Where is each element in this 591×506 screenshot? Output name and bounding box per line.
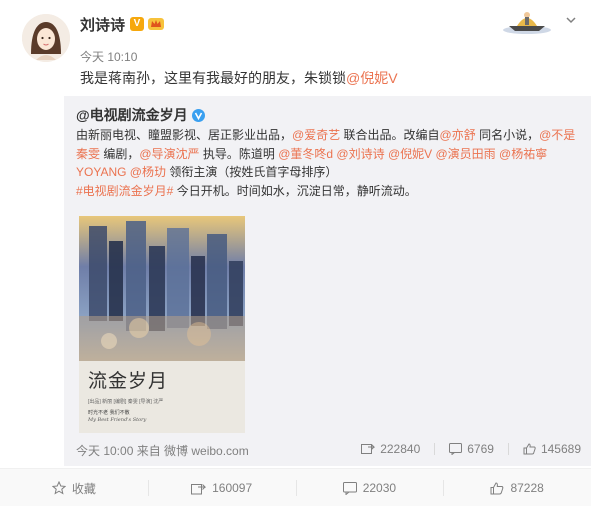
repost-line-4: #电视剧流金岁月# 今日开机。时间如水，沉淀日常，静听流动。 [76, 182, 581, 201]
repost-forward-count[interactable]: 222840 [361, 442, 420, 456]
mention-link[interactable]: @演员田雨 [432, 147, 495, 161]
text-segment: 执导。陈道明 [199, 146, 279, 161]
poster-image[interactable]: 流金岁月 [出品] 新丽 [编剧] 秦雯 [导演] 沈严 时光不老 我们不散 M… [79, 216, 245, 433]
repost-comment-count[interactable]: 6769 [449, 442, 494, 456]
post-text-body: 我是蒋南孙，这里有我最好的朋友，朱锁锁 [80, 70, 346, 86]
post-time[interactable]: 今天 10:10 [80, 48, 137, 65]
mention-link[interactable]: @亦舒 [440, 128, 476, 142]
thumbs-up-icon [490, 481, 504, 494]
text-segment: 同名小说， [475, 128, 540, 142]
text-segment: 联合出品。改编自 [340, 128, 440, 142]
forward-count-text: 222840 [380, 442, 421, 456]
author-name[interactable]: 刘诗诗 [80, 14, 125, 35]
verified-v-badge[interactable]: V [130, 17, 145, 31]
favorite-button[interactable]: 收藏 [0, 469, 148, 506]
forward-icon [191, 483, 207, 494]
text-segment: 领衔主演（按姓氏首字母排序） [166, 165, 338, 179]
like-count: 87228 [510, 481, 544, 495]
repost-stats: 222840 6769 145689 [347, 442, 581, 456]
mention-link[interactable]: YOYANG [76, 165, 126, 179]
repost-line-2: 秦雯 编剧，@导演沈严 执导。陈道明 @董冬咚d @刘诗诗 @倪妮V @演员田雨… [76, 145, 581, 164]
repost-line-3: YOYANG @杨玏 领衔主演（按姓氏首字母排序） [76, 163, 581, 182]
hashtag-link[interactable]: #电视剧流金岁月# [76, 184, 173, 198]
repost-time-source[interactable]: 今天 10:00 来自 微博 weibo.com [76, 442, 249, 459]
thumbs-up-icon [523, 443, 536, 455]
repost-line-1: 由新丽电视、瞳盟影视、居正影业出品，@爱奇艺 联合出品。改编自@亦舒 同名小说，… [76, 126, 581, 145]
text-segment: 由新丽电视、瞳盟影视、居正影业出品， [76, 128, 293, 142]
avatar[interactable] [22, 14, 70, 62]
mention-link[interactable]: @倪妮V [346, 70, 398, 86]
star-icon [51, 481, 66, 495]
repost-author-row: @电视剧流金岁月 [76, 105, 205, 125]
weibo-post-card: 刘诗诗 V 今天 10:10 我是蒋南孙，这里有我最好的朋友，朱锁锁@倪妮V @… [0, 0, 591, 506]
mention-link[interactable]: @爱奇艺 [292, 128, 340, 142]
author-row: 刘诗诗 V [80, 14, 168, 34]
forward-count: 160097 [212, 481, 253, 495]
repost-like-count[interactable]: 145689 [523, 442, 581, 456]
poster-credit: [出品] 新丽 [编剧] 秦雯 [导演] 沈严 [88, 399, 164, 405]
forward-button[interactable]: 160097 [147, 469, 296, 506]
mention-link[interactable]: @杨玏 [126, 165, 166, 179]
favorite-label: 收藏 [71, 481, 96, 496]
card-decoration-boat-icon [503, 12, 551, 34]
poster-tagline: 时光不老 我们不散 [88, 410, 130, 416]
chevron-down-icon[interactable] [565, 14, 577, 26]
comment-icon [449, 443, 463, 455]
repost-box: @电视剧流金岁月 由新丽电视、瞳盟影视、居正影业出品，@爱奇艺 联合出品。改编自… [64, 96, 591, 466]
poster-title: 流金岁月 [88, 370, 169, 392]
comment-count: 22030 [362, 481, 397, 495]
stat-divider [507, 443, 509, 455]
repost-footer: 今天 10:00 来自 微博 weibo.com 222840 6769 145… [76, 442, 581, 460]
poster-tagline-en: My Best Friend's Story [88, 417, 147, 423]
mention-link[interactable]: @不是 [539, 128, 575, 142]
mention-link[interactable]: 秦雯 [76, 147, 100, 161]
mention-link[interactable]: @刘诗诗 [333, 147, 384, 161]
text-segment: 今日开机。时间如水，沉淀日常，静听流动。 [173, 183, 417, 198]
mention-link[interactable]: @倪妮V [385, 147, 432, 161]
repost-text: 由新丽电视、瞳盟影视、居正影业出品，@爱奇艺 联合出品。改编自@亦舒 同名小说，… [76, 126, 581, 200]
stat-divider [434, 443, 436, 455]
like-count-text: 145689 [540, 442, 581, 456]
verified-blue-icon [191, 108, 205, 122]
mention-link[interactable]: @导演沈严 [139, 147, 199, 161]
mention-link[interactable]: @董冬咚d [278, 147, 333, 161]
mention-link[interactable]: @杨祐寧 [496, 147, 547, 161]
member-crown-icon[interactable] [148, 17, 165, 31]
text-segment: 编剧， [100, 146, 140, 161]
action-bar: 收藏 160097 22030 87228 [0, 468, 591, 506]
post-text: 我是蒋南孙，这里有我最好的朋友，朱锁锁@倪妮V [80, 68, 398, 88]
comment-count-text: 6769 [467, 442, 494, 456]
like-button[interactable]: 87228 [443, 469, 591, 506]
comment-button[interactable]: 22030 [295, 469, 444, 506]
forward-icon [361, 444, 376, 454]
comment-icon [342, 481, 357, 495]
repost-author-name[interactable]: @电视剧流金岁月 [76, 105, 188, 125]
